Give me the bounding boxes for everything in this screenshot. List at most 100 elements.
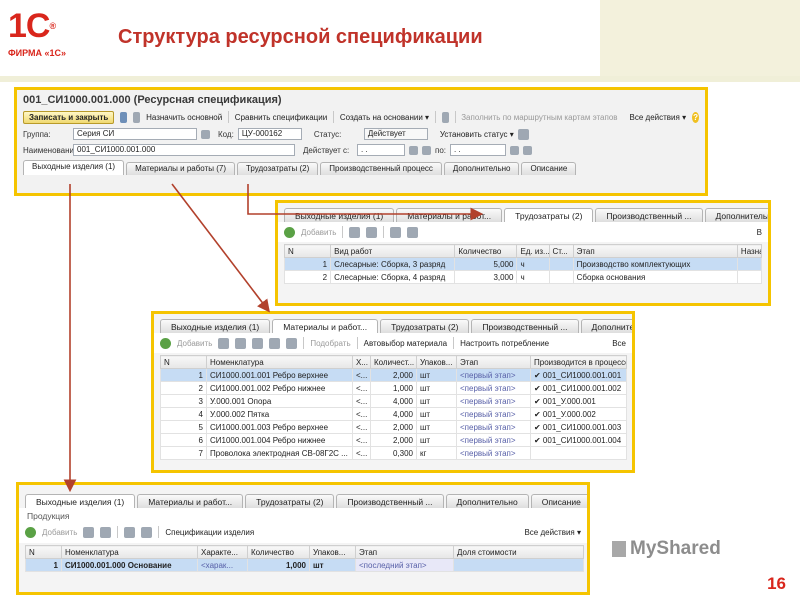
tab-output-products[interactable]: Выходные изделия (1) [284,208,395,222]
col-item[interactable]: Номенклатура [206,355,353,369]
set-status-button[interactable]: Установить статус ▾ [440,130,514,139]
move-up-icon[interactable] [252,337,264,349]
tab-output-products[interactable]: Выходные изделия (1) [25,494,136,508]
tab-output-products[interactable]: Выходные изделия (1) [160,319,271,333]
col-status[interactable]: Ст... [548,244,574,258]
tab-output-products[interactable]: Выходные изделия (1) [23,160,125,175]
col-characteristic[interactable]: Х... [352,355,371,369]
tab-production-process[interactable]: Производственный ... [336,494,444,508]
valid-to-field[interactable]: . . [450,144,507,156]
move-down-icon[interactable] [407,226,419,238]
all-actions-menu[interactable]: В [757,228,762,237]
copy-icon[interactable] [218,337,230,349]
col-n[interactable]: N [283,244,332,258]
name-field[interactable]: 001_СИ1000.001.000 [73,144,295,156]
col-package[interactable]: Упаков... [416,355,457,369]
all-actions-menu[interactable]: Все [612,339,626,348]
clear-icon[interactable] [523,145,533,155]
add-button[interactable]: Добавить [177,339,212,348]
tab-additional[interactable]: Дополнительно [704,208,768,222]
all-actions-menu[interactable]: Все действия ▾ [630,113,687,122]
save-icon[interactable] [120,111,128,123]
add-icon[interactable] [160,337,171,349]
search-icon[interactable] [201,129,210,139]
col-characteristic[interactable]: Характе... [197,545,248,559]
table-row[interactable]: 6 СИ1000.001.004 Ребро нижнее <... 2,000… [160,433,627,447]
table-row[interactable]: 3 У.000.001 Опора <... 4,000 шт <первый … [160,394,627,408]
table-row[interactable]: 2 Слесарные: Сборка, 4 разряд 3,000 ч Сб… [283,270,763,284]
copy-icon[interactable] [349,226,361,238]
tab-production-process[interactable]: Производственный ... [471,319,579,333]
col-stage[interactable]: Этап [355,545,454,559]
col-unit[interactable]: Ед. из... [516,244,550,258]
col-item[interactable]: Номенклатура [61,545,198,559]
col-n[interactable]: N [160,355,207,369]
table-row[interactable]: 7 Проволока электродная СВ-08Г2С ... <..… [160,446,627,460]
tab-labor[interactable]: Трудозатраты (2) [380,319,470,333]
tab-description[interactable]: Описание [530,494,587,508]
col-quantity[interactable]: Количество [454,244,518,258]
calendar-icon[interactable] [409,145,418,155]
copy-icon[interactable] [83,526,95,538]
add-icon[interactable] [284,226,295,238]
tab-materials[interactable]: Материалы и работ... [137,494,244,508]
delete-icon[interactable] [235,337,247,349]
clear-icon[interactable] [422,145,431,155]
col-purpose[interactable]: Назна [736,244,763,258]
pick-button[interactable]: Подобрать [310,339,350,348]
all-actions-menu[interactable]: Все действия ▾ [524,528,581,537]
auto-select-material-button[interactable]: Автовыбор материала [364,339,447,348]
tab-additional[interactable]: Дополнительно [443,162,520,175]
compare-specs-button[interactable]: Сравнить спецификации [235,113,327,122]
code-field[interactable]: ЦУ-000162 [237,128,302,140]
col-stage[interactable]: Этап [572,244,738,258]
move-up-icon[interactable] [390,226,402,238]
delete-icon[interactable] [100,526,112,538]
valid-from-field[interactable]: . . [357,144,405,156]
fill-by-route-button[interactable]: Заполнить по маршрутным картам этапов [461,113,617,122]
calendar-icon[interactable] [510,145,520,155]
add-icon[interactable] [25,526,36,538]
create-based-on-button[interactable]: Создать на основании ▾ [340,113,429,122]
group-field[interactable]: Серия СИ [73,128,197,140]
configure-consumption-button[interactable]: Настроить потребление [460,339,549,348]
tab-materials[interactable]: Материалы и работ... [272,319,379,333]
col-work-type[interactable]: Вид работ [330,244,456,258]
product-specs-button[interactable]: Спецификации изделия [165,528,254,537]
set-main-button[interactable]: Назначить основной [146,113,222,122]
col-package[interactable]: Упаков... [309,545,356,559]
tab-materials[interactable]: Материалы и работ... [396,208,503,222]
tab-production-process[interactable]: Производственный ... [595,208,703,222]
table-row[interactable]: 4 У.000.002 Пятка <... 4,000 шт <первый … [160,407,627,421]
move-down-icon[interactable] [141,526,153,538]
move-down-icon[interactable] [269,337,281,349]
table-row[interactable]: 1 СИ1000.001.000 Основание <харак... 1,0… [25,558,584,572]
add-button[interactable]: Добавить [301,228,336,237]
filter-icon[interactable] [286,337,298,349]
tab-description[interactable]: Описание [521,162,577,175]
tab-production-process[interactable]: Производственный процесс [320,162,442,175]
table-row[interactable]: 1 Слесарные: Сборка, 3 разряд 5,000 ч Пр… [283,257,763,271]
col-produced-in-process[interactable]: Производится в процессе [530,355,627,369]
col-quantity[interactable]: Количество [247,545,310,559]
col-quantity[interactable]: Количест... [370,355,417,369]
print-icon[interactable] [441,111,449,123]
save-close-button[interactable]: Записать и закрыть [23,110,115,124]
add-button[interactable]: Добавить [42,528,77,537]
help-icon[interactable]: ? [692,111,699,123]
table-row[interactable]: 5 СИ1000.001.003 Ребро верхнее <... 2,00… [160,420,627,434]
tab-additional[interactable]: Дополнительно [445,494,529,508]
document-icon[interactable] [133,111,141,123]
col-cost-share[interactable]: Доля стоимости [453,545,584,559]
report-icon[interactable] [517,128,529,140]
tab-additional[interactable]: Дополнительно [580,319,632,333]
tab-labor[interactable]: Трудозатраты (2) [504,208,594,222]
col-n[interactable]: N [25,545,62,559]
table-row[interactable]: 2 СИ1000.001.002 Ребро нижнее <... 1,000… [160,381,627,395]
tab-labor[interactable]: Трудозатраты (2) [236,162,319,175]
table-row[interactable]: 1 СИ1000.001.001 Ребро верхнее <... 2,00… [160,368,627,382]
tab-labor[interactable]: Трудозатраты (2) [245,494,335,508]
col-stage[interactable]: Этап [456,355,531,369]
delete-icon[interactable] [366,226,378,238]
move-up-icon[interactable] [124,526,136,538]
